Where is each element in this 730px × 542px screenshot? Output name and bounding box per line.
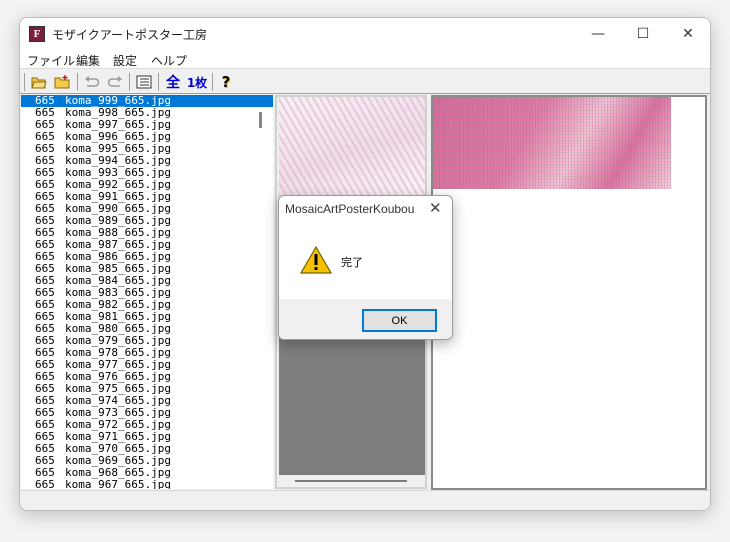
menu-bar: ファイル 編集 設定 ヘルプ [20,49,710,69]
mosaic-output-pane [431,95,707,490]
file-list[interactable]: 665 koma_999_665.jpg 665 koma_998_665.jpg 66… [21,95,273,489]
toolbar-divider [77,73,78,91]
new-folder-icon [54,75,70,89]
toolbar: 全 1枚 ? [20,70,710,94]
dialog-footer: OK [279,299,452,339]
source-image-thumbnail [279,97,425,197]
status-bar [20,490,710,510]
minimize-button[interactable]: — [575,18,621,49]
one-sheet-button[interactable]: 1枚 [185,72,209,92]
list-item[interactable]: 665 koma_967_665.jpg [21,478,273,490]
toolbar-divider [129,73,130,91]
close-button[interactable]: ✕ [665,18,710,49]
redo-icon [107,76,122,87]
app-icon: F [29,26,45,42]
list-item-count: 665 [35,478,55,490]
menu-help[interactable]: ヘルプ [151,52,187,69]
undo-icon [85,76,100,87]
undo-button[interactable] [82,72,102,92]
toolbar-divider [158,73,159,91]
new-folder-button[interactable] [52,72,72,92]
dialog-close-button[interactable]: ✕ [429,199,442,217]
menu-settings[interactable]: 設定 [113,52,137,69]
help-button[interactable]: ? [216,72,236,92]
mosaic-image [433,97,671,189]
list-button[interactable] [134,72,154,92]
warning-icon [300,246,332,274]
menu-edit[interactable]: 編集 [76,52,100,69]
list-icon [136,75,152,89]
list-item-filename: koma_967_665.jpg [65,478,171,490]
select-all-button[interactable]: 全 [163,72,183,92]
toolbar-divider [24,73,25,91]
open-folder-icon [31,77,47,89]
ok-button[interactable]: OK [362,309,437,332]
title-bar[interactable]: F モザイクアートポスター工房 — ☐ ✕ [20,18,710,49]
open-folder-button[interactable] [29,72,49,92]
preview-scrollbar[interactable] [295,480,407,482]
menu-file[interactable]: ファイル [27,52,75,69]
list-scrollbar-thumb[interactable] [259,112,262,128]
dialog-title: MosaicArtPosterKoubou [285,202,415,216]
window-title: モザイクアートポスター工房 [52,28,208,42]
maximize-button[interactable]: ☐ [620,18,666,49]
dialog-message: 完了 [341,256,363,269]
toolbar-divider [212,73,213,91]
redo-button[interactable] [105,72,125,92]
message-dialog: MosaicArtPosterKoubou ✕ 完了 OK [278,195,453,340]
